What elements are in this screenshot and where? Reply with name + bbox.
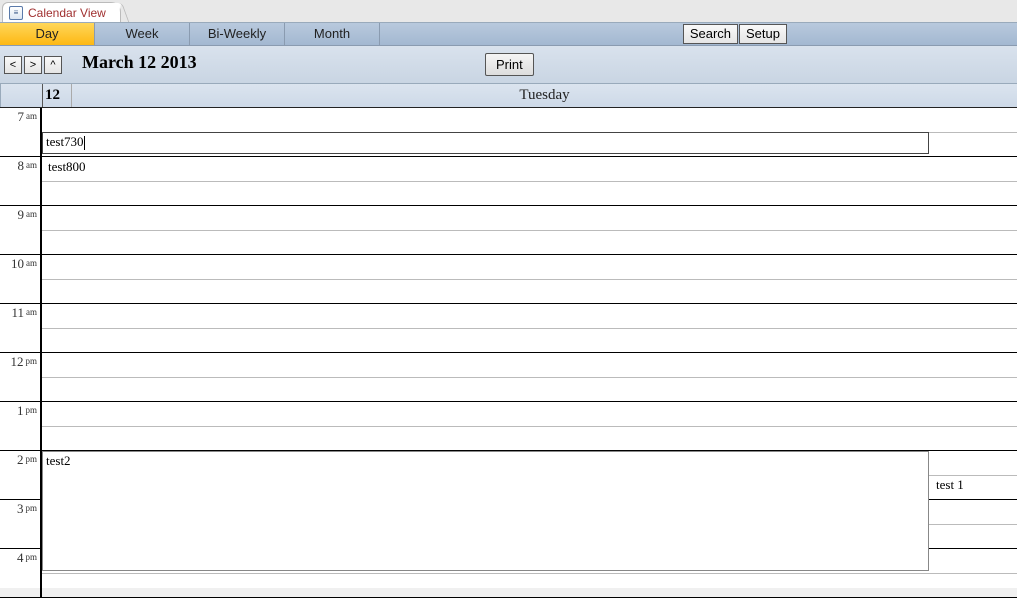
gutter-spacer: [0, 84, 42, 107]
form-tab-calendar-view[interactable]: ≡ Calendar View: [2, 2, 121, 22]
form-icon: ≡: [9, 6, 23, 20]
time-slot-8am[interactable]: 8am: [0, 157, 1017, 206]
time-label: 1pm: [0, 402, 42, 450]
time-label: 3pm: [0, 500, 42, 548]
event-test800[interactable]: test800: [45, 157, 89, 177]
tab-biweekly[interactable]: Bi-Weekly: [190, 23, 285, 45]
up-button[interactable]: ^: [44, 56, 62, 74]
day-name: Tuesday: [72, 84, 1017, 107]
time-slot-1pm[interactable]: 1pm: [0, 402, 1017, 451]
time-label: 2pm: [0, 451, 42, 499]
time-slot-12pm[interactable]: 12pm: [0, 353, 1017, 402]
form-tab-bar: ≡ Calendar View: [0, 0, 1017, 22]
calendar-body[interactable]: 7am 8am 9am 10am 11am 12pm 1pm 2pm 3pm 4…: [0, 108, 1017, 588]
time-slot-9am[interactable]: 9am: [0, 206, 1017, 255]
time-label: 8am: [0, 157, 42, 205]
text-cursor-icon: [84, 136, 85, 150]
search-button[interactable]: Search: [683, 24, 738, 44]
date-header: < > ^ March 12 2013 Print: [0, 46, 1017, 84]
print-button[interactable]: Print: [485, 53, 534, 76]
view-tabs: Day Week Bi-Weekly Month Search Setup: [0, 22, 1017, 46]
time-slot-11am[interactable]: 11am: [0, 304, 1017, 353]
time-label: 10am: [0, 255, 42, 303]
prev-button[interactable]: <: [4, 56, 22, 74]
time-label: 11am: [0, 304, 42, 352]
tab-day[interactable]: Day: [0, 23, 95, 45]
time-label: 4pm: [0, 549, 42, 597]
time-label: 12pm: [0, 353, 42, 401]
form-tab-label: Calendar View: [28, 6, 106, 20]
time-label: 7am: [0, 108, 42, 156]
next-button[interactable]: >: [24, 56, 42, 74]
event-test730[interactable]: test730: [42, 132, 929, 154]
event-test1[interactable]: test 1: [933, 475, 967, 495]
time-slot-10am[interactable]: 10am: [0, 255, 1017, 304]
setup-button[interactable]: Setup: [739, 24, 787, 44]
tab-month[interactable]: Month: [285, 23, 380, 45]
time-label: 9am: [0, 206, 42, 254]
day-number: 12: [42, 84, 72, 107]
date-title: March 12 2013: [82, 52, 197, 73]
day-header: 12 Tuesday: [0, 84, 1017, 108]
tab-week[interactable]: Week: [95, 23, 190, 45]
event-test2[interactable]: test2: [42, 451, 929, 571]
